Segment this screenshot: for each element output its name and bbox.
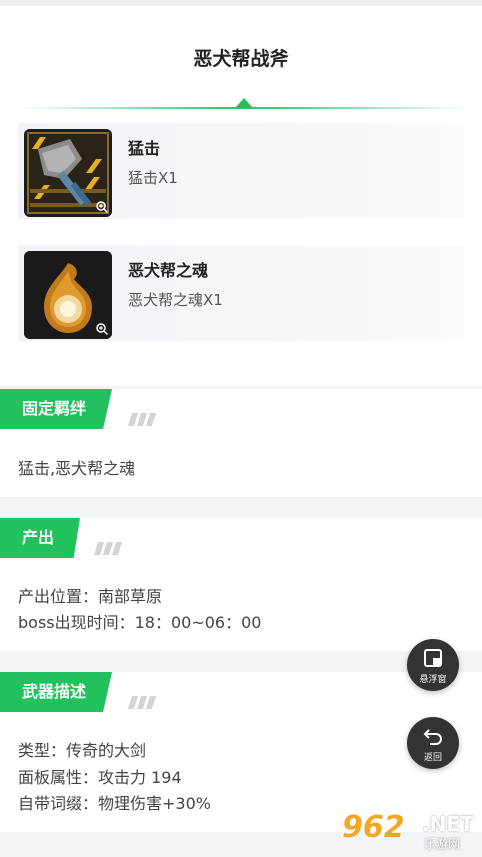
- material-quantity: 猛击X1: [128, 169, 178, 187]
- zoom-icon[interactable]: [95, 200, 109, 214]
- site-watermark: 962 .NET 乐游网: [342, 808, 478, 854]
- weapon-type: 类型：传奇的大剑: [18, 741, 147, 760]
- stripes-decoration: [93, 540, 123, 556]
- float-window-icon: [424, 649, 442, 667]
- watermark-suffix: .NET: [422, 812, 474, 836]
- page-title: 恶犬帮战斧: [193, 48, 289, 70]
- bond-section: 固定羁绊 猛击,恶犬帮之魂: [0, 389, 482, 497]
- boss-time: boss出现时间：18：00~06：00: [18, 613, 262, 632]
- material-quantity: 恶犬帮之魂X1: [128, 291, 223, 309]
- bond-text: 猛击,恶犬帮之魂: [18, 459, 136, 478]
- source-section: 产出 产出位置：南部草原 boss出现时间：18：00~06：00: [0, 518, 482, 651]
- section-title: 武器描述: [0, 672, 113, 712]
- header-card: 恶犬帮战斧 猛击 猛击X1 恶犬帮之魂 恶犬帮之魂X1: [0, 6, 482, 386]
- zoom-icon[interactable]: [95, 322, 109, 336]
- weapon-affix: 自带词缀：物理伤害+30%: [18, 794, 211, 813]
- section-title: 产出: [0, 518, 81, 558]
- back-arrow-icon: [423, 729, 442, 745]
- source-location: 产出位置：南部草原: [18, 587, 163, 606]
- material-name: 恶犬帮之魂: [128, 261, 209, 280]
- float-button-label: 悬浮窗: [419, 675, 447, 685]
- back-button[interactable]: 返回: [407, 717, 459, 769]
- soul-thumbnail[interactable]: [24, 251, 112, 339]
- section-title: 固定羁绊: [0, 389, 113, 429]
- material-item-2[interactable]: 恶犬帮之魂 恶犬帮之魂X1: [18, 245, 464, 341]
- watermark-site: 乐游网: [424, 837, 461, 851]
- back-button-label: 返回: [423, 753, 442, 763]
- material-item-1[interactable]: 猛击 猛击X1: [18, 123, 464, 219]
- stripes-decoration: [127, 411, 157, 427]
- title-pointer-icon: [235, 98, 253, 108]
- floating-window-button[interactable]: 悬浮窗: [407, 639, 459, 691]
- axe-thumbnail[interactable]: [24, 129, 112, 217]
- weapon-stats: 面板属性：攻击力 194: [18, 768, 182, 787]
- stripes-decoration: [127, 694, 157, 710]
- material-name: 猛击: [128, 139, 161, 158]
- watermark-number: 962: [342, 810, 405, 845]
